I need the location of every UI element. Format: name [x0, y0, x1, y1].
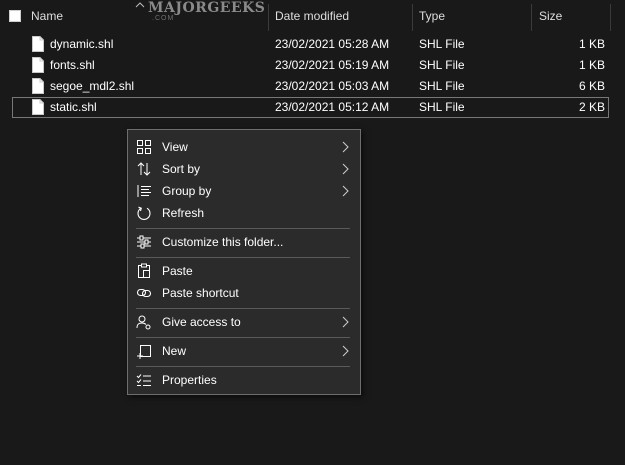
menu-item-paste-shortcut[interactable]: Paste shortcut — [128, 282, 360, 304]
link-icon — [136, 288, 152, 298]
menu-item-give-access[interactable]: Give access to — [128, 311, 360, 333]
column-divider[interactable] — [531, 4, 532, 31]
sort-ascending-icon — [135, 2, 145, 8]
view-grid-icon — [137, 140, 151, 154]
file-date-modified: 23/02/2021 05:19 AM — [275, 58, 390, 72]
file-row[interactable]: dynamic.shl 23/02/2021 05:28 AM SHL File… — [12, 34, 609, 55]
file-name: segoe_mdl2.shl — [50, 79, 135, 93]
file-size: 1 KB — [578, 37, 605, 51]
menu-item-refresh[interactable]: Refresh — [128, 202, 360, 224]
sort-icon — [137, 162, 151, 176]
menu-item-label: New — [162, 344, 187, 358]
refresh-icon — [137, 206, 151, 220]
file-type: SHL File — [419, 79, 465, 93]
column-header: Name Date modified Type Size — [0, 0, 625, 33]
file-size: 2 KB — [578, 100, 605, 114]
menu-item-paste[interactable]: Paste — [128, 260, 360, 282]
column-header-name[interactable]: Name — [31, 0, 63, 33]
file-icon — [32, 78, 44, 94]
menu-item-label: Group by — [162, 184, 212, 198]
menu-item-label: Customize this folder... — [162, 235, 284, 249]
menu-item-new[interactable]: New — [128, 340, 360, 362]
file-type: SHL File — [419, 37, 465, 51]
menu-separator — [136, 257, 350, 258]
file-row[interactable]: fonts.shl 23/02/2021 05:19 AM SHL File 1… — [12, 55, 609, 76]
file-icon — [32, 36, 44, 52]
menu-item-label: View — [162, 140, 188, 154]
file-row-selected[interactable]: static.shl 23/02/2021 05:12 AM SHL File … — [12, 97, 609, 118]
chevron-right-icon — [342, 141, 349, 153]
menu-item-label: Properties — [162, 373, 217, 387]
column-divider[interactable] — [610, 4, 611, 31]
properties-checklist-icon — [136, 374, 151, 386]
menu-item-sort-by[interactable]: Sort by — [128, 158, 360, 180]
menu-item-properties[interactable]: Properties — [128, 369, 360, 391]
menu-item-customize-folder[interactable]: Customize this folder... — [128, 231, 360, 253]
group-by-icon — [137, 185, 151, 197]
column-header-size[interactable]: Size — [539, 0, 562, 33]
file-icon — [32, 57, 44, 73]
menu-item-label: Refresh — [162, 206, 205, 220]
column-divider[interactable] — [268, 4, 269, 31]
file-date-modified: 23/02/2021 05:28 AM — [275, 37, 390, 51]
menu-separator — [136, 366, 350, 367]
file-name: fonts.shl — [50, 58, 95, 72]
column-divider[interactable] — [412, 4, 413, 31]
file-date-modified: 23/02/2021 05:12 AM — [275, 100, 390, 114]
file-name: dynamic.shl — [50, 37, 114, 51]
select-all-checkbox[interactable] — [9, 10, 21, 22]
menu-item-label: Give access to — [162, 315, 241, 329]
file-date-modified: 23/02/2021 05:03 AM — [275, 79, 390, 93]
file-name: static.shl — [50, 100, 97, 114]
menu-item-label: Sort by — [162, 162, 201, 176]
menu-separator — [136, 308, 350, 309]
file-size: 1 KB — [578, 58, 605, 72]
chevron-right-icon — [342, 185, 349, 197]
file-icon — [32, 99, 44, 115]
menu-item-view[interactable]: View — [128, 136, 360, 158]
share-person-icon — [136, 315, 151, 330]
menu-item-label: Paste — [162, 264, 193, 278]
column-header-type[interactable]: Type — [419, 0, 445, 33]
column-header-date-modified[interactable]: Date modified — [275, 0, 349, 33]
chevron-right-icon — [342, 316, 349, 328]
context-menu: View Sort by Group by Refresh Customize … — [127, 129, 361, 395]
customize-sliders-icon — [137, 235, 151, 249]
menu-separator — [136, 228, 350, 229]
file-type: SHL File — [419, 58, 465, 72]
menu-item-label: Paste shortcut — [162, 286, 239, 300]
file-row[interactable]: segoe_mdl2.shl 23/02/2021 05:03 AM SHL F… — [12, 76, 609, 97]
chevron-right-icon — [342, 163, 349, 175]
new-item-icon — [137, 345, 151, 359]
file-type: SHL File — [419, 100, 465, 114]
paste-clipboard-icon — [138, 263, 150, 278]
file-size: 6 KB — [578, 79, 605, 93]
menu-separator — [136, 337, 350, 338]
menu-item-group-by[interactable]: Group by — [128, 180, 360, 202]
chevron-right-icon — [342, 345, 349, 357]
